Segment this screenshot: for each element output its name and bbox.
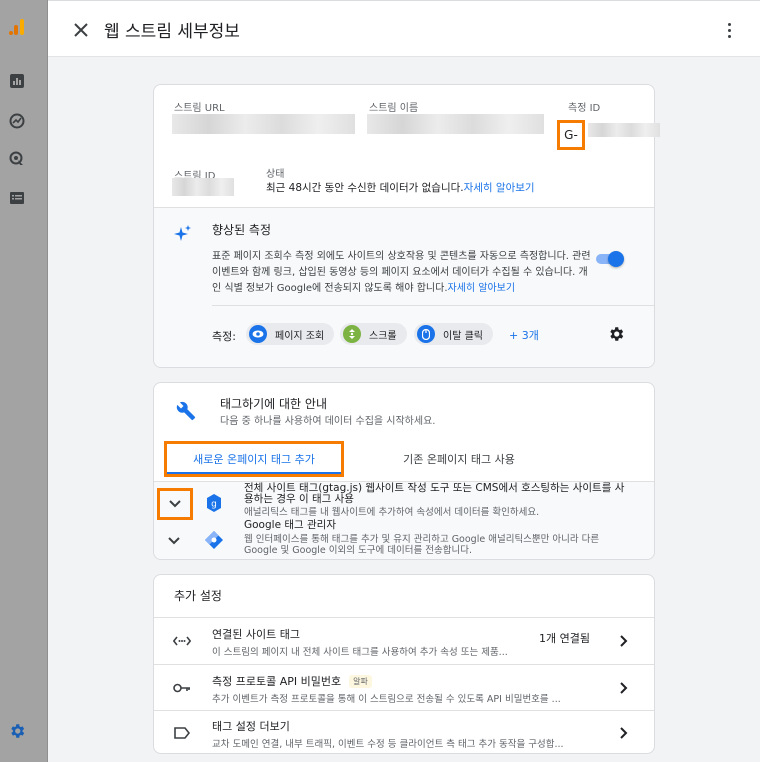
configure-list-icon[interactable] [8,189,26,207]
explore-icon[interactable] [8,112,26,130]
scroll-icon [343,325,361,343]
chip-label: 스크롤 [369,330,397,342]
key-icon [172,678,192,698]
row-more-tagging-settings[interactable]: 태그 설정 더보기 교차 도메인 연결, 내부 트래픽, 이벤트 수정 등 클라… [154,710,654,756]
wrench-icon [176,401,196,425]
eye-icon [249,325,267,343]
measurement-id-value-redacted [588,123,660,137]
analytics-logo-icon[interactable] [8,18,26,36]
sparkle-icon [174,225,192,247]
panel-header: 웹 스트림 세부정보 [48,1,760,57]
stream-url-value-redacted [172,114,355,134]
measurement-id-label: 측정 ID [568,103,601,114]
chip-outbound-clicks[interactable]: 이탈 클릭 [414,323,493,345]
label-tag-icon [172,723,192,743]
expand-gtm-chevron-icon[interactable] [164,531,184,551]
chip-label: 이탈 클릭 [443,330,483,342]
mouse-icon [417,325,435,343]
left-nav-rail [0,0,48,762]
measurement-id-prefix[interactable]: G- [557,120,585,150]
status-message: 최근 48시간 동안 수신한 데이터가 없습니다. [266,182,464,194]
tab-existing-on-page-tag[interactable]: 기존 온페이지 태그 사용 [364,441,554,477]
chip-scrolls[interactable]: 스크롤 [340,323,407,345]
tab-label: 새로운 온페이지 태그 추가 [193,453,315,466]
enhanced-learn-more-link[interactable]: 자세히 알아보기 [448,283,516,294]
enhanced-measurement-toggle[interactable] [594,251,624,267]
page-title: 웹 스트림 세부정보 [104,22,240,42]
additional-settings-title: 추가 설정 [174,589,222,603]
code-icon [172,631,192,651]
row-measurement-protocol-secrets[interactable]: 측정 프로토콜 API 비밀번호 알파 추가 이벤트가 측정 프로토콜을 통해 이… [154,665,654,711]
stream-url-label: 스트림 URL [174,103,225,114]
gtag-icon: g [204,493,224,513]
stream-id-value-redacted [172,178,234,196]
additional-settings-card: 추가 설정 연결된 사이트 태그 이 스트림의 페이지 내 전체 사이트 태그를… [153,574,655,754]
enhanced-desc-text: 표준 페이지 조회수 측정 외에도 사이트의 상호작용 및 콘텐츠를 자동으로 … [212,251,591,294]
status-text: 최근 48시간 동안 수신한 데이터가 없습니다.자세히 알아보기 [266,180,535,195]
page: 웹 스트림 세부정보 스트림 URL 스트림 이름 측정 ID G- 스트림 I… [0,0,760,762]
row-title: 측정 프로토콜 API 비밀번호 알파 [212,673,372,689]
row-title-text: 측정 프로토콜 API 비밀번호 [212,675,342,688]
row-title: 태그 설정 더보기 [212,720,290,733]
more-events-link[interactable]: + 3개 [509,327,539,343]
row-connected-site-tags[interactable]: 연결된 사이트 태그 이 스트림의 페이지 내 전체 사이트 태그를 사용하여 … [154,618,654,664]
tagging-title: 태그하기에 대한 안내 [220,397,327,411]
more-vert-icon[interactable] [722,19,736,41]
status-learn-more-link[interactable]: 자세히 알아보기 [464,182,535,194]
tagging-options: g 전체 사이트 태그(gtag.js) 웹사이트 작성 도구 또는 CMS에서… [154,481,654,559]
status-label: 상태 [266,169,285,180]
gtm-option-desc: 웹 인터페이스를 통해 태그를 추가 및 유지 관리하고 Google 애널리틱… [244,534,600,556]
expand-gtag-chevron-icon[interactable] [157,488,193,520]
settings-gear-icon[interactable] [607,325,625,347]
enhanced-measurement-desc: 표준 페이지 조회수 측정 외에도 사이트의 상호작용 및 콘텐츠를 자동으로 … [212,249,596,297]
chip-label: 페이지 조회 [275,330,325,342]
chevron-right-icon [616,679,632,697]
svg-text:g: g [211,500,217,510]
chevron-right-icon [616,632,632,650]
advertising-icon[interactable] [8,150,26,168]
stream-details-panel: 웹 스트림 세부정보 스트림 URL 스트림 이름 측정 ID G- 스트림 I… [48,0,760,762]
stream-info-card: 스트림 URL 스트림 이름 측정 ID G- 스트림 ID 상태 최근 48시… [153,84,660,368]
divider [154,207,654,208]
alpha-badge: 알파 [349,675,372,688]
enhanced-measurement-section: 향상된 측정 표준 페이지 조회수 측정 외에도 사이트의 상호작용 및 콘텐츠… [154,207,654,367]
gtag-option-title[interactable]: 전체 사이트 태그(gtag.js) 웹사이트 작성 도구 또는 CMS에서 호… [244,483,634,505]
stream-name-value-redacted [367,114,544,134]
tag-manager-icon [204,530,224,550]
tab-label: 기존 온페이지 태그 사용 [403,453,515,466]
row-desc: 교차 도메인 연결, 내부 트래픽, 이벤트 수정 등 클라이언트 측 태그 추… [212,739,564,750]
tab-new-on-page-tag[interactable]: 새로운 온페이지 태그 추가 [164,441,344,477]
connected-count: 1개 연결됨 [539,632,590,645]
divider [212,305,654,306]
stream-name-label: 스트림 이름 [369,103,419,114]
chip-page-views[interactable]: 페이지 조회 [246,323,335,345]
chevron-right-icon [616,724,632,742]
gtm-option-title[interactable]: Google 태그 관리자 [244,520,634,531]
tagging-subtitle: 다음 중 하나를 사용하여 데이터 수집을 시작하세요. [220,416,436,427]
row-desc: 추가 이벤트가 측정 프로토콜을 통해 이 스트림으로 전송될 수 있도록 AP… [212,694,561,705]
enhanced-measurement-title: 향상된 측정 [212,223,272,237]
measuring-label: 측정: [212,330,236,343]
row-desc: 이 스트림의 페이지 내 전체 사이트 태그를 사용하여 추가 속성 또는 제품… [212,647,508,658]
row-title: 연결된 사이트 태그 [212,628,300,641]
gtag-option-desc: 애널리틱스 태그를 내 웹사이트에 추가하여 속성에서 데이터를 확인하세요. [244,507,540,518]
tagging-instructions-card: 태그하기에 대한 안내 다음 중 하나를 사용하여 데이터 수집을 시작하세요.… [153,382,655,560]
admin-gear-icon[interactable] [8,722,26,740]
reports-icon[interactable] [8,72,26,90]
close-icon[interactable] [70,19,92,41]
